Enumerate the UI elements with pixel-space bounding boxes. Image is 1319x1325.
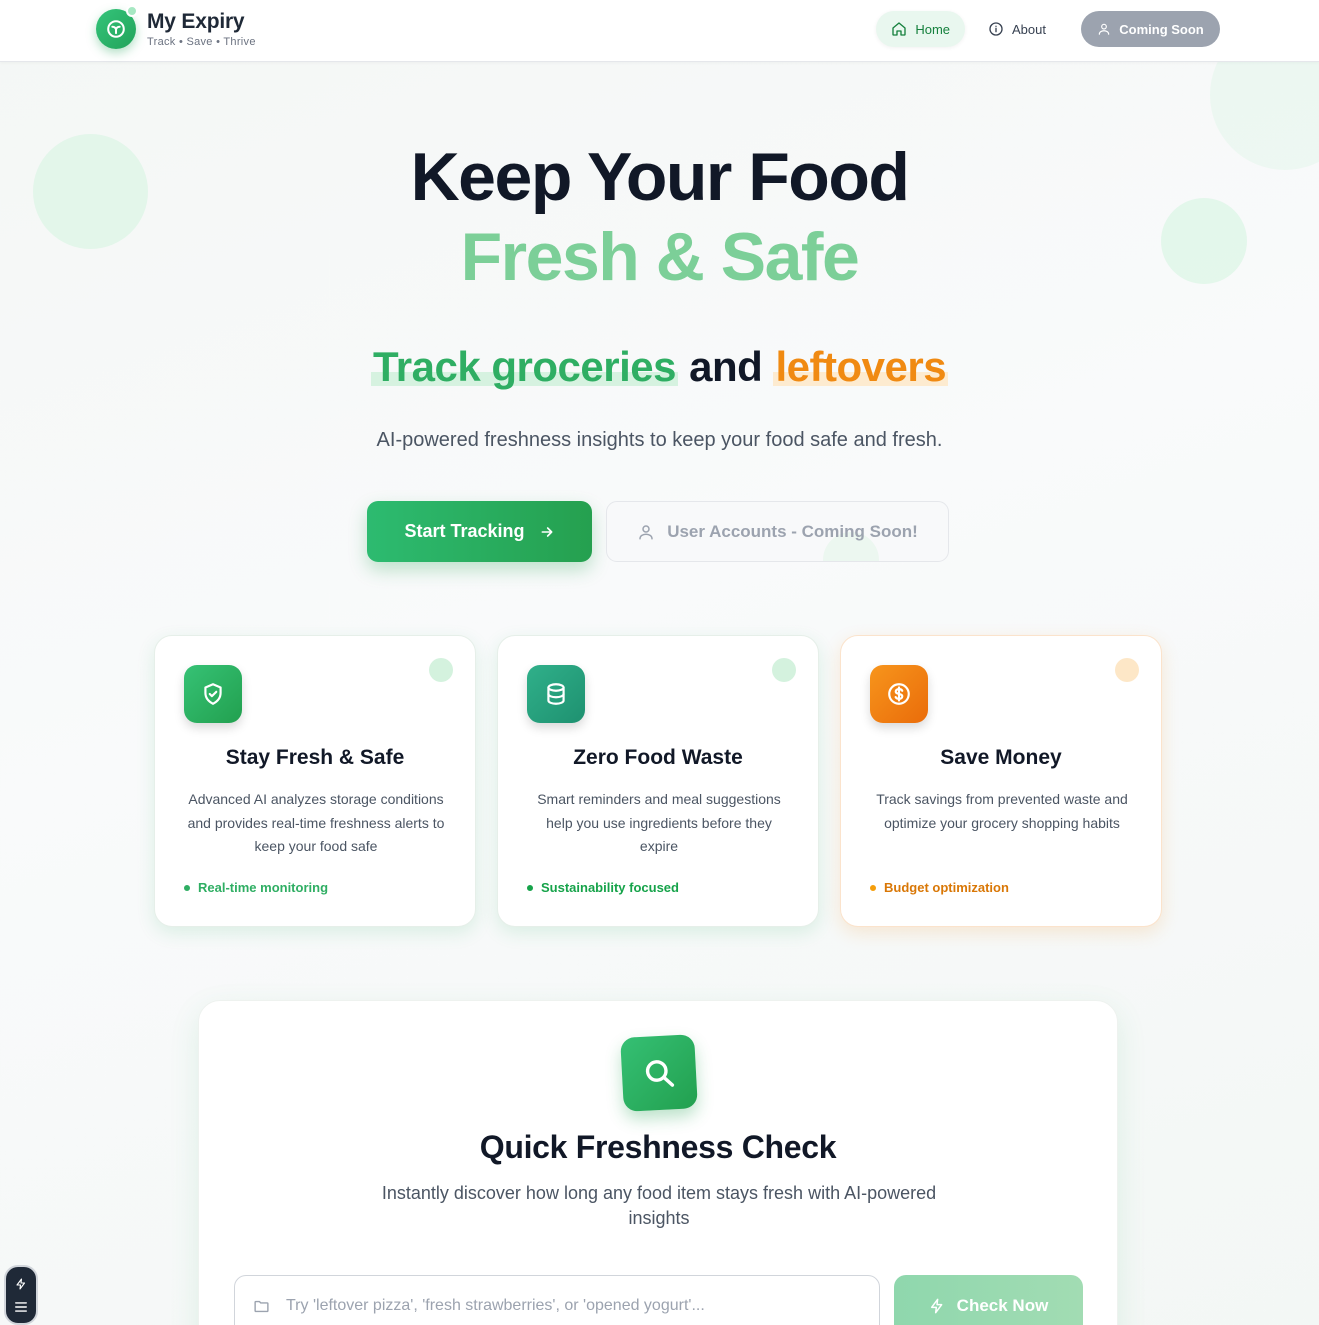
nav-home-label: Home [915, 21, 951, 37]
menu-icon [15, 1302, 27, 1312]
decorative-dot [1115, 658, 1139, 682]
user-accounts-button[interactable]: User Accounts - Coming Soon! [606, 501, 949, 562]
hero-title-accent: Fresh & Safe [460, 219, 860, 295]
coming-soon-label: Coming Soon [1119, 21, 1204, 37]
tag-bullet [184, 884, 190, 891]
brand-logo-icon [96, 5, 138, 49]
user-accounts-label: User Accounts - Coming Soon! [667, 521, 918, 541]
hero-subtitle-green: Track groceries [370, 343, 678, 390]
feature-tag: Real-time monitoring [184, 880, 328, 895]
food-search-field[interactable] [234, 1275, 880, 1325]
start-tracking-button[interactable]: Start Tracking [367, 501, 592, 562]
quick-check-description: Instantly discover how long any food ite… [381, 1183, 937, 1228]
hero-subtitle-orange: leftovers [773, 343, 949, 390]
home-icon [892, 22, 906, 36]
bolt-icon [16, 1278, 26, 1290]
top-navbar: My Expiry Track • Save • Thrive Home Abo… [0, 0, 1319, 62]
dev-tools-badge[interactable] [4, 1265, 38, 1325]
nav-home-link[interactable]: Home [876, 11, 966, 47]
decorative-dot [429, 658, 453, 682]
quick-check-panel: Quick Freshness Check Instantly discover… [198, 1000, 1118, 1325]
check-now-button[interactable]: Check Now [894, 1275, 1083, 1325]
feature-title: Zero Food Waste [573, 746, 743, 769]
nav-about-label: About [1012, 21, 1046, 37]
arrow-right-icon [541, 526, 552, 537]
shield-check-icon [184, 665, 242, 723]
tag-bullet [870, 884, 876, 891]
feature-tag-label: Real-time monitoring [198, 880, 329, 895]
check-now-label: Check Now [956, 1296, 1049, 1315]
feature-card-zero-waste: Zero Food Waste Smart reminders and meal… [497, 635, 819, 927]
coming-soon-button[interactable]: Coming Soon [1081, 11, 1220, 47]
feature-tag-label: Budget optimization [884, 880, 1009, 895]
info-icon [989, 22, 1003, 36]
feature-tag: Budget optimization [870, 880, 1009, 895]
user-icon [1099, 23, 1110, 35]
bolt-icon [930, 1298, 943, 1314]
feature-card-save-money: Save Money Track savings from prevented … [840, 635, 1162, 927]
database-icon [527, 665, 585, 723]
brand[interactable]: My Expiry Track • Save • Thrive [96, 5, 256, 49]
dollar-icon [870, 665, 928, 723]
brand-status-dot [126, 5, 138, 17]
feature-tag: Sustainability focused [527, 880, 679, 895]
feature-description: Smart reminders and meal suggestions hel… [537, 791, 781, 854]
brand-tagline: Track • Save • Thrive [147, 36, 256, 48]
tag-bullet [527, 884, 533, 891]
brand-name: My Expiry [147, 10, 245, 33]
hero-subtitle: Track groceries and leftovers [0, 340, 1319, 394]
hero-subtitle-connector: and [677, 343, 774, 390]
decorative-dot [772, 658, 796, 682]
feature-title: Save Money [940, 746, 1062, 769]
feature-card-fresh: Stay Fresh & Safe Advanced AI analyzes s… [154, 635, 476, 927]
user-icon [639, 524, 653, 539]
nav-links: Home About Coming Soon [876, 11, 1220, 47]
hero-description: AI-powered freshness insights to keep yo… [376, 429, 943, 451]
feature-title: Stay Fresh & Safe [225, 746, 405, 769]
feature-tag-label: Sustainability focused [541, 880, 679, 895]
start-tracking-label: Start Tracking [404, 521, 525, 541]
feature-description: Advanced AI analyzes storage conditions … [187, 791, 445, 854]
food-search-input[interactable] [286, 1297, 846, 1315]
folder-icon [254, 1300, 269, 1312]
search-icon [620, 1034, 698, 1112]
nav-about-link[interactable]: About [973, 11, 1061, 47]
feature-description: Track savings from prevented waste and o… [876, 791, 1128, 831]
quick-check-title: Quick Freshness Check [479, 1129, 837, 1165]
hero-title: Keep Your Food [410, 139, 910, 215]
